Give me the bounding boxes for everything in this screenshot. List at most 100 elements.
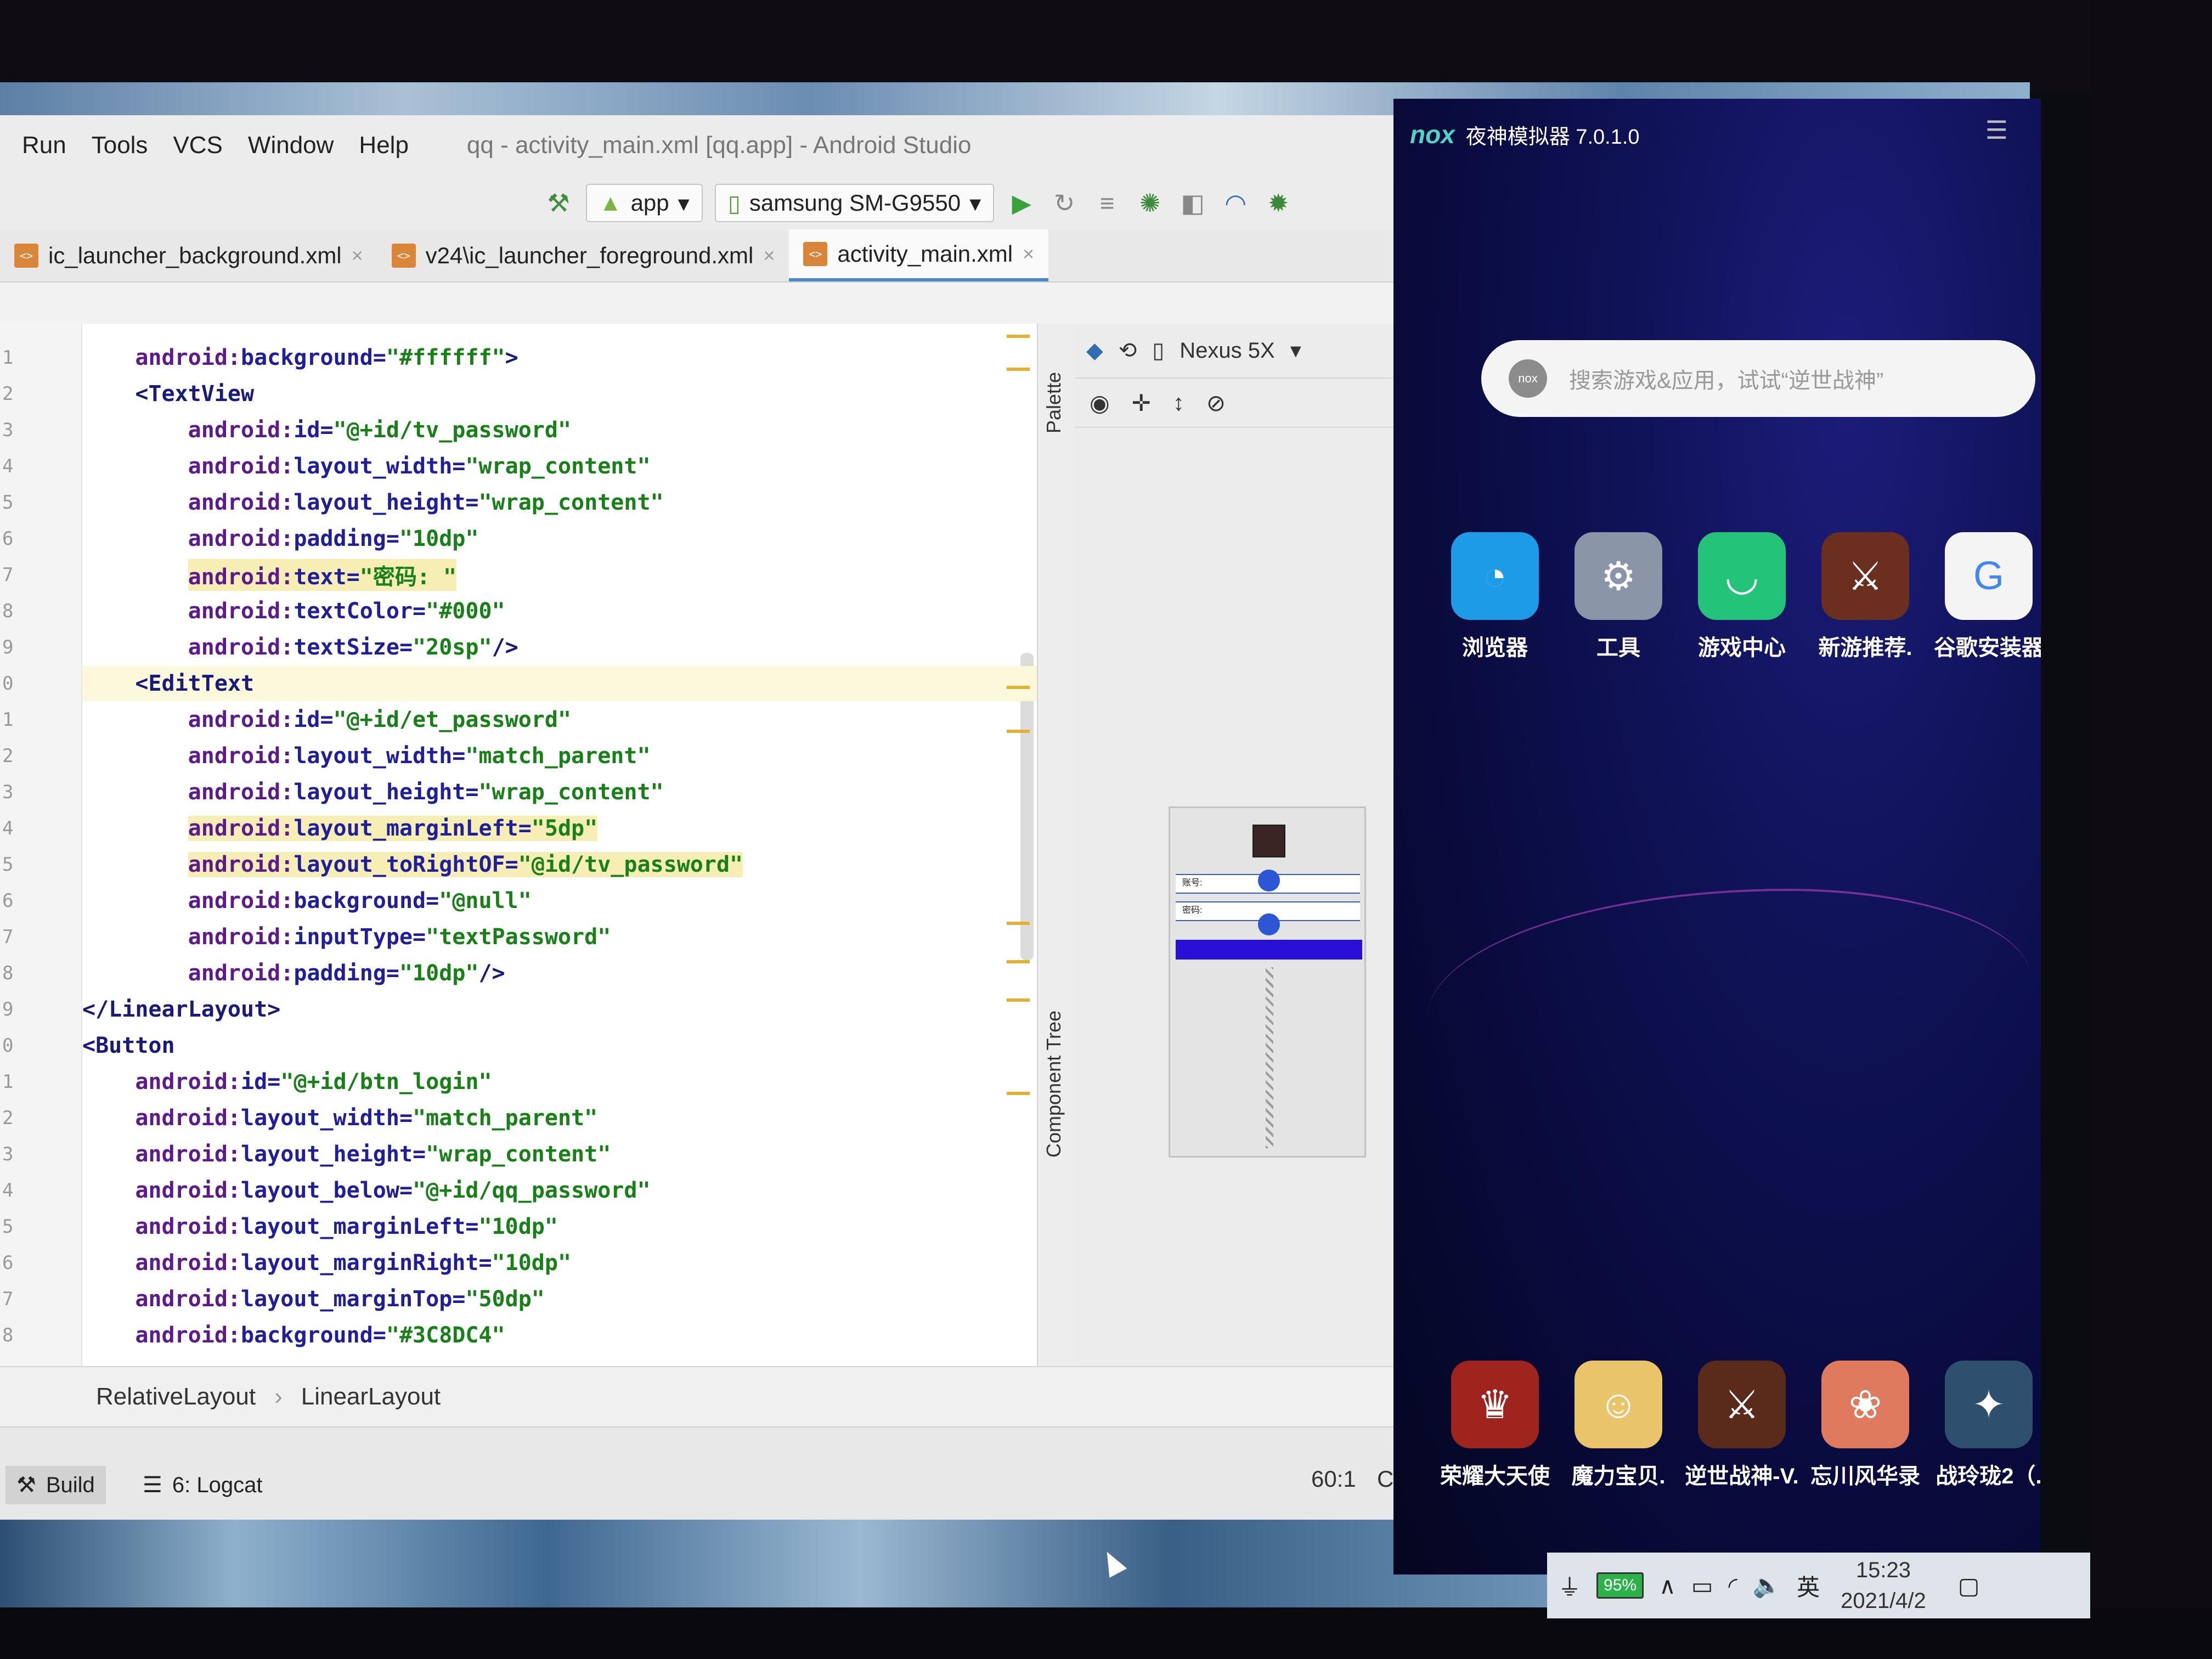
code-line[interactable]: android:layout_width="match_parent" <box>82 1101 597 1136</box>
warning-marker[interactable] <box>1007 998 1030 1002</box>
build-tool-button[interactable]: ⚒ Build <box>5 1466 106 1504</box>
code-content: android:id="@+id/btn_login" <box>135 1069 492 1094</box>
constraint-handle[interactable] <box>1258 913 1280 935</box>
app-shortcut[interactable]: ⚔ 逆世战神-V. <box>1684 1361 1799 1490</box>
code-line[interactable]: android:id="@+id/btn_login" <box>82 1064 492 1099</box>
battery-indicator[interactable]: 95% <box>1596 1572 1644 1599</box>
warning-marker[interactable] <box>1007 1092 1030 1095</box>
code-editor[interactable]: 1234567890123456789012345678 android:bac… <box>0 324 1037 1366</box>
app-search-bar[interactable]: nox 搜索游戏&应用，试试“逆世战神” <box>1481 340 2035 417</box>
layout-preview[interactable]: 账号: 密码: <box>1169 806 1366 1158</box>
notification-icon[interactable]: ▢ <box>1958 1572 1980 1599</box>
app-shortcut[interactable]: ◔ 浏览器 <box>1437 532 1553 662</box>
warning-marker[interactable] <box>1007 922 1030 925</box>
warning-marker[interactable] <box>1007 960 1030 963</box>
code-line[interactable]: android:layout_below="@+id/qq_password" <box>82 1173 650 1208</box>
app-shortcut[interactable]: ♛ 荣耀大天使 <box>1437 1361 1553 1490</box>
apply-code-changes-icon[interactable]: ≡ <box>1092 188 1122 218</box>
code-line[interactable]: android:background="#3C8DC4" <box>82 1318 505 1353</box>
code-token: "#000" <box>426 599 505 624</box>
code-line[interactable]: android:padding="10dp" <box>82 521 479 556</box>
app-shortcut[interactable]: ◡ 游戏中心 <box>1684 532 1799 662</box>
debug-icon[interactable]: ✺ <box>1135 188 1165 218</box>
code-line[interactable]: android:layout_width="match_parent" <box>82 738 651 774</box>
hammer-build-icon[interactable]: ⚒ <box>543 188 574 218</box>
device-select[interactable]: ▯ samsung SM-G9550 ▾ <box>714 184 995 222</box>
volume-icon[interactable]: 🔈 <box>1753 1572 1781 1599</box>
tab-ic-launcher-background[interactable]: <> ic_launcher_background.xml × <box>0 229 377 281</box>
code-line[interactable]: android:text="密码: " <box>82 557 457 592</box>
app-shortcut[interactable]: ⚙ 工具 <box>1561 532 1676 662</box>
app-shortcut[interactable]: ⚔ 新游推荐. <box>1808 532 1923 662</box>
app-shortcut[interactable]: G 谷歌安装器 <box>1931 532 2041 662</box>
breadcrumb-item[interactable]: RelativeLayout <box>96 1383 256 1410</box>
code-line[interactable]: android:background="#ffffff"> <box>82 340 518 375</box>
hamburger-menu-icon[interactable]: ☰ <box>1985 115 2008 145</box>
system-clock[interactable]: 15:23 2021/4/2 <box>1841 1555 1926 1616</box>
run-icon[interactable]: ▶ <box>1006 188 1037 218</box>
warning-marker[interactable] <box>1007 730 1030 733</box>
coverage-icon[interactable]: ◧ <box>1177 188 1208 218</box>
ime-indicator[interactable]: 英 <box>1797 1569 1820 1602</box>
code-line[interactable]: android:layout_height="wrap_content" <box>82 485 664 520</box>
code-line[interactable]: android:inputType="textPassword" <box>82 919 611 955</box>
warning-marker[interactable] <box>1007 368 1030 371</box>
code-token: "#ffffff" <box>386 345 505 370</box>
code-line[interactable]: android:id="@+id/et_password" <box>82 702 571 737</box>
code-line[interactable]: android:layout_marginLeft="10dp" <box>82 1209 558 1244</box>
code-line[interactable]: android:layout_marginTop="50dp" <box>82 1282 545 1317</box>
device-preview-label[interactable]: Nexus 5X <box>1180 338 1274 363</box>
app-shortcut[interactable]: ✦ 战玲珑2（. <box>1931 1361 2041 1490</box>
app-shortcut[interactable]: ☺ 魔力宝贝. <box>1561 1361 1676 1490</box>
menu-tools[interactable]: Tools <box>92 132 148 159</box>
display-icon[interactable]: ▭ <box>1691 1572 1713 1599</box>
layers-icon[interactable]: ◆ <box>1086 338 1103 363</box>
margin-icon[interactable]: ✛ <box>1132 390 1151 416</box>
code-line[interactable]: android:layout_height="wrap_content" <box>82 775 664 810</box>
logcat-tool-button[interactable]: ☰ 6: Logcat <box>132 1466 273 1504</box>
profile-icon[interactable]: ◠ <box>1220 188 1251 218</box>
apply-changes-icon[interactable]: ↻ <box>1049 188 1080 218</box>
menu-help[interactable]: Help <box>359 132 409 159</box>
breadcrumb-item[interactable]: LinearLayout <box>301 1383 441 1410</box>
palette-tab[interactable]: Palette <box>1042 372 1065 433</box>
code-line[interactable]: android:layout_width="wrap_content" <box>82 449 651 484</box>
menu-run[interactable]: Run <box>22 132 66 159</box>
code-line[interactable]: <Button <box>82 1028 175 1063</box>
chevron-up-icon[interactable]: ∧ <box>1659 1572 1676 1599</box>
warning-marker[interactable] <box>1007 335 1030 338</box>
code-line[interactable]: </LinearLayout> <box>82 992 280 1027</box>
eye-icon[interactable]: ◉ <box>1090 390 1110 416</box>
menu-window[interactable]: Window <box>248 132 334 159</box>
caret-position[interactable]: 60:1 <box>1311 1466 1356 1492</box>
chevron-down-icon[interactable]: ▾ <box>1290 338 1301 363</box>
code-line[interactable]: android:textSize="20sp"/> <box>82 630 518 665</box>
code-line[interactable]: android:layout_height="wrap_content" <box>82 1137 611 1172</box>
tab-activity-main[interactable]: <> activity_main.xml × <box>789 229 1049 281</box>
code-line[interactable]: android:background="@null" <box>82 883 532 918</box>
warning-marker[interactable] <box>1007 686 1030 689</box>
close-icon[interactable]: × <box>763 244 775 267</box>
code-line[interactable]: android:id="@+id/tv_password" <box>82 413 571 448</box>
orientation-icon[interactable]: ⟲ <box>1119 338 1137 363</box>
wifi-icon[interactable]: ◜ <box>1729 1572 1737 1599</box>
close-icon[interactable]: × <box>1023 242 1034 266</box>
phone-icon: ▯ <box>727 190 741 216</box>
vertical-arrows-icon[interactable]: ↕ <box>1173 390 1184 416</box>
close-icon[interactable]: × <box>352 244 363 267</box>
tab-ic-launcher-foreground[interactable]: <> v24\ic_launcher_foreground.xml × <box>377 229 789 281</box>
code-line[interactable]: android:layout_marginLeft="5dp" <box>82 811 598 846</box>
run-config-select[interactable]: ▲ app ▾ <box>586 184 703 222</box>
constraint-handle[interactable] <box>1258 870 1280 891</box>
code-line[interactable]: android:layout_marginRight="10dp" <box>82 1245 571 1280</box>
code-line[interactable]: android:padding="10dp"/> <box>82 956 505 991</box>
code-line[interactable]: <EditText <box>82 666 1037 701</box>
attach-debugger-icon[interactable]: ✹ <box>1263 188 1294 218</box>
code-line[interactable]: android:layout_toRightOF="@id/tv_passwor… <box>82 847 743 882</box>
code-line[interactable]: android:textColor="#000" <box>82 594 505 629</box>
component-tree-tab[interactable]: Component Tree <box>1042 1011 1065 1158</box>
code-line[interactable]: <TextView <box>82 376 254 411</box>
magnet-icon[interactable]: ⊘ <box>1206 390 1226 416</box>
app-shortcut[interactable]: ❀ 忘川风华录 <box>1808 1361 1923 1490</box>
menu-vcs[interactable]: VCS <box>173 132 222 159</box>
